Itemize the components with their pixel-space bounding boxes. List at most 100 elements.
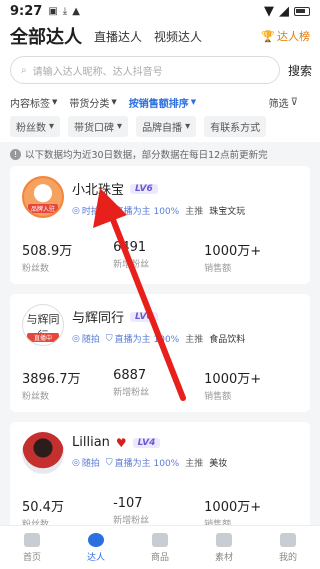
tab-products[interactable]: 商品 <box>128 526 192 569</box>
stat-value: 6491 <box>113 240 147 255</box>
tag-live-ratio: ⛉ 直播为主 100% <box>106 456 180 470</box>
tag-live-ratio-label: 直播为主 100% <box>114 335 180 345</box>
stat-new-followers: 6491 新增粉丝 <box>113 240 204 274</box>
folder-icon <box>216 532 232 547</box>
search-row: ⌕ 请输入达人昵称、达人抖音号 搜索 <box>0 50 320 90</box>
chip-reputation[interactable]: 带货口碑 ▾ <box>68 115 129 137</box>
level-badge: LV6 <box>130 311 158 322</box>
level-badge: LV6 <box>130 183 158 194</box>
creator-ranking-label: 达人榜 <box>277 30 310 43</box>
main-category-label: 主推 <box>185 335 204 345</box>
live-badge: 直播中 <box>27 333 59 342</box>
chip-contact[interactable]: 有联系方式 <box>204 115 267 137</box>
stat-label: 销售额 <box>204 264 232 274</box>
creator-name[interactable]: 与辉同行 <box>72 307 124 326</box>
cart-icon: ⛉ <box>105 333 113 344</box>
creator-card[interactable]: 与辉同行 直播中 与辉同行 LV6 ◎随拍 ⛉直播为主 100% 主推食品饮料 … <box>10 294 310 412</box>
funnel-icon: ⊽ <box>290 96 298 108</box>
stat-label: 粉丝数 <box>22 264 50 274</box>
tab-video-creators[interactable]: 视频达人 <box>154 28 202 45</box>
download-icon: ⤓ <box>62 5 68 17</box>
tab-mine-label: 我的 <box>278 552 297 563</box>
stat-value: 6887 <box>113 368 147 383</box>
creator-icon <box>88 532 104 547</box>
caret-down-icon: ▾ <box>185 120 191 132</box>
chip-row: 粉丝数 ▾ 带货口碑 ▾ 品牌自播 ▾ 有联系方式 <box>0 114 320 142</box>
caret-down-icon: ▾ <box>117 120 123 132</box>
creator-card[interactable]: Lillian ♥ LV4 ◎随拍 ⛉直播为主 100% 主推美妆 50.4万粉… <box>10 422 310 540</box>
stat-value: 1000万+ <box>204 244 262 259</box>
creator-ranking-button[interactable]: 🏆 达人榜 <box>261 28 310 44</box>
tab-home[interactable]: 首页 <box>0 526 64 569</box>
chip-reputation-label: 带货口碑 <box>74 122 115 134</box>
creator-name[interactable]: 小北珠宝 <box>72 179 124 198</box>
chip-brand-live-label: 品牌自播 <box>142 122 183 134</box>
caret-down-icon: ▾ <box>49 120 55 132</box>
main-category-value: 珠宝文玩 <box>209 207 246 217</box>
search-placeholder: 请输入达人昵称、达人抖音号 <box>32 66 163 78</box>
tab-products-label: 商品 <box>150 552 169 563</box>
stat-value: 1000万+ <box>204 500 262 515</box>
chip-contact-label: 有联系方式 <box>210 122 261 134</box>
tab-home-label: 首页 <box>22 552 41 563</box>
filter-category[interactable]: 带货分类 ▼ <box>69 95 116 110</box>
notice-text: 以下数据均为近30日数据，部分数据在每日12点前更新完 <box>25 150 268 161</box>
stat-value: 3896.7万 <box>22 372 81 387</box>
stat-followers: 508.9万粉丝数 <box>22 240 113 274</box>
main-category-label: 主推 <box>185 207 204 217</box>
info-icon: ! <box>10 148 21 160</box>
stat-new-followers: 6887 新增粉丝 <box>113 368 204 402</box>
chip-brand-live[interactable]: 品牌自播 ▾ <box>136 115 197 137</box>
filter-button[interactable]: 筛选 ⊽ <box>269 95 298 110</box>
tab-creators[interactable]: 达人 <box>64 526 128 569</box>
profile-icon <box>280 532 296 547</box>
page-title: 全部达人 <box>10 27 82 48</box>
tab-mine[interactable]: 我的 <box>256 526 320 569</box>
tab-creators-label: 达人 <box>86 552 105 563</box>
home-icon <box>24 532 40 547</box>
main-category-value: 食品饮料 <box>209 335 246 345</box>
tab-live-creators[interactable]: 直播达人 <box>94 28 142 45</box>
filter-category-label: 带货分类 <box>69 98 110 110</box>
tag-shooting-label: 时拍 <box>81 207 100 217</box>
signal-icon: ◢ <box>279 3 289 19</box>
tab-materials[interactable]: 素材 <box>192 526 256 569</box>
chip-followers-label: 粉丝数 <box>16 122 46 134</box>
camera-icon: ◎ <box>72 457 80 468</box>
stat-value: 508.9万 <box>22 244 73 259</box>
level-badge: LV4 <box>132 437 161 448</box>
main-category-label: 主推 <box>185 459 204 469</box>
avatar[interactable]: 与辉同行 直播中 <box>22 304 64 346</box>
battery-icon <box>294 6 310 16</box>
tag-live-ratio: ⛉ 直播为主 100% <box>106 204 179 218</box>
sort-by-sales[interactable]: 按销售额排序 ▼ <box>129 95 196 110</box>
stat-sales: 1000万+ 销售额 <box>204 368 295 402</box>
heart-icon: ♥ <box>115 435 127 450</box>
status-time: 9:27 <box>10 3 43 19</box>
stat-label: 新增粉丝 <box>113 388 150 398</box>
wifi-icon: ▼ <box>264 3 274 19</box>
tag-shooting: ◎ 时拍 <box>72 204 100 218</box>
creator-name[interactable]: Lillian <box>72 435 110 450</box>
caret-down-icon: ▼ <box>52 98 58 106</box>
main-category: 主推 珠宝文玩 <box>185 204 245 217</box>
caret-down-icon: ▼ <box>111 98 117 106</box>
chip-followers[interactable]: 粉丝数 ▾ <box>10 115 61 137</box>
avatar[interactable] <box>22 432 64 474</box>
stat-label: 销售额 <box>204 392 232 402</box>
status-icons: ▣ ⤓ ▲ <box>48 6 80 17</box>
avatar-badge: 品牌入驻 <box>28 204 58 213</box>
stat-sales: 1000万+ 销售额 <box>204 240 295 274</box>
bottom-tab-bar: 首页 达人 商品 素材 我的 <box>0 525 320 569</box>
header: 全部达人 直播达人 视频达人 🏆 达人榜 <box>0 22 320 50</box>
search-icon: ⌕ <box>21 64 27 76</box>
search-button[interactable]: 搜索 <box>288 62 312 79</box>
tag-live-ratio-label: 直播为主 100% <box>114 459 180 469</box>
camera-icon: ◎ <box>72 333 80 344</box>
bag-icon <box>152 532 168 547</box>
search-input[interactable]: ⌕ 请输入达人昵称、达人抖音号 <box>10 56 280 84</box>
creator-card[interactable]: 品牌入驻 小北珠宝 LV6 ◎ 时拍 ⛉ 直播为主 100% 主推 珠宝文玩 508.… <box>10 166 310 284</box>
stat-value: 1000万+ <box>204 372 262 387</box>
avatar[interactable]: 品牌入驻 <box>22 176 64 218</box>
filter-content-tags[interactable]: 内容标签 ▼ <box>10 95 57 110</box>
